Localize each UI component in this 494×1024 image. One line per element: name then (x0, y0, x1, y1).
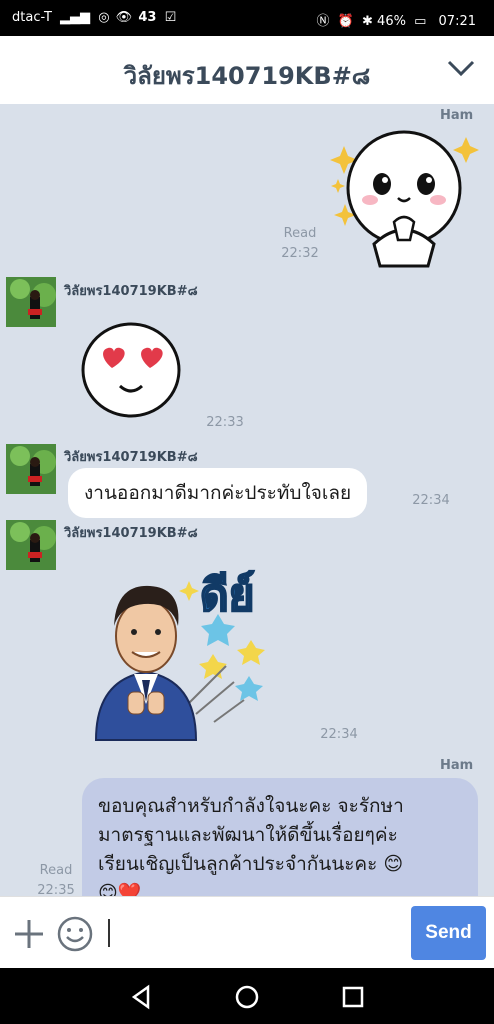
emoji-icon[interactable] (56, 915, 94, 953)
message-time: 22:34 (320, 727, 358, 742)
chevron-down-icon[interactable] (446, 56, 476, 82)
clock: 07:21 (438, 14, 476, 29)
sender-name: วิลัยพร140719KB#๘ (64, 284, 198, 299)
message-time: 22:33 (206, 415, 244, 430)
chat-area[interactable]: Ham Read 22:32 วิลัยพร140719KB#๘ 22:33 ว… (0, 104, 494, 896)
cute-bun-sparkle-sticker[interactable] (322, 126, 482, 272)
text-caret (108, 919, 110, 947)
sender-name: Ham (440, 108, 474, 123)
message-time: 22:34 (412, 493, 450, 508)
signal-icon: ▂▄▆ (60, 10, 91, 25)
sticker-caption: ดีย์ (200, 570, 254, 621)
message-line: ขอบคุณสำหรับกำลังใจนะคะ จะรักษา (98, 795, 404, 817)
alarm-icon: ⏰ (337, 14, 354, 29)
message-line: 😊❤️ (98, 882, 142, 896)
man-in-suit-sticker[interactable]: ดีย์ (76, 554, 296, 744)
message-bubble[interactable]: งานออกมาดีมากค่ะประทับใจเลย (68, 468, 368, 518)
status-left: dtac-T ▂▄▆ ◎ 👁 43 ☑ (12, 10, 176, 25)
bluetooth-icon: ✱ (362, 14, 373, 29)
home-icon[interactable] (234, 984, 260, 1010)
sender-name: วิลัยพร140719KB#๘ (64, 526, 198, 541)
avatar[interactable] (6, 444, 56, 494)
message-time: 22:32 (281, 246, 319, 261)
sender-name: วิลัยพร140719KB#๘ (64, 450, 198, 465)
message-bubble[interactable]: ขอบคุณสำหรับกำลังใจนะคะ จะรักษา มาตรฐานแ… (82, 778, 478, 896)
read-status: Read (283, 226, 317, 241)
message-line: เรียนเชิญเป็นลูกค้าประจำกันนะคะ 😊 (98, 853, 404, 875)
eye-icon: 👁 (115, 10, 133, 25)
status-right: Ⓝ ⏰ ✱ 46% ▭ 07:21 (317, 10, 476, 29)
check-icon: ☑ (164, 10, 177, 25)
message-time: 22:35 (37, 883, 75, 896)
send-button[interactable]: Send (411, 906, 486, 960)
avatar[interactable] (6, 277, 56, 327)
message-line: มาตรฐานและพัฒนาให้ดีขึ้นเรื่อยๆค่ะ (98, 824, 398, 846)
message-input[interactable] (104, 907, 404, 957)
recents-icon[interactable] (340, 984, 366, 1010)
navigation-bar (0, 968, 494, 1024)
chat-header: วิลัยพร140719KB#๘ (0, 36, 494, 105)
notification-count: 43 (138, 10, 157, 25)
chat-title: วิลัยพร140719KB#๘ (123, 62, 371, 90)
heart-eyes-face-sticker[interactable] (80, 320, 184, 420)
carrier-label: dtac-T (12, 10, 52, 25)
read-status: Read (39, 863, 73, 878)
nfc-icon: Ⓝ (316, 14, 330, 29)
hotspot-icon: ◎ (98, 10, 110, 25)
status-bar: dtac-T ▂▄▆ ◎ 👁 43 ☑ Ⓝ ⏰ ✱ 46% ▭ 07:21 (0, 0, 494, 36)
battery-icon: ▭ (414, 14, 427, 29)
battery-percent: 46% (377, 14, 406, 29)
plus-icon[interactable] (12, 917, 46, 951)
sender-name: Ham (440, 758, 474, 773)
back-icon[interactable] (128, 984, 154, 1010)
avatar[interactable] (6, 520, 56, 570)
